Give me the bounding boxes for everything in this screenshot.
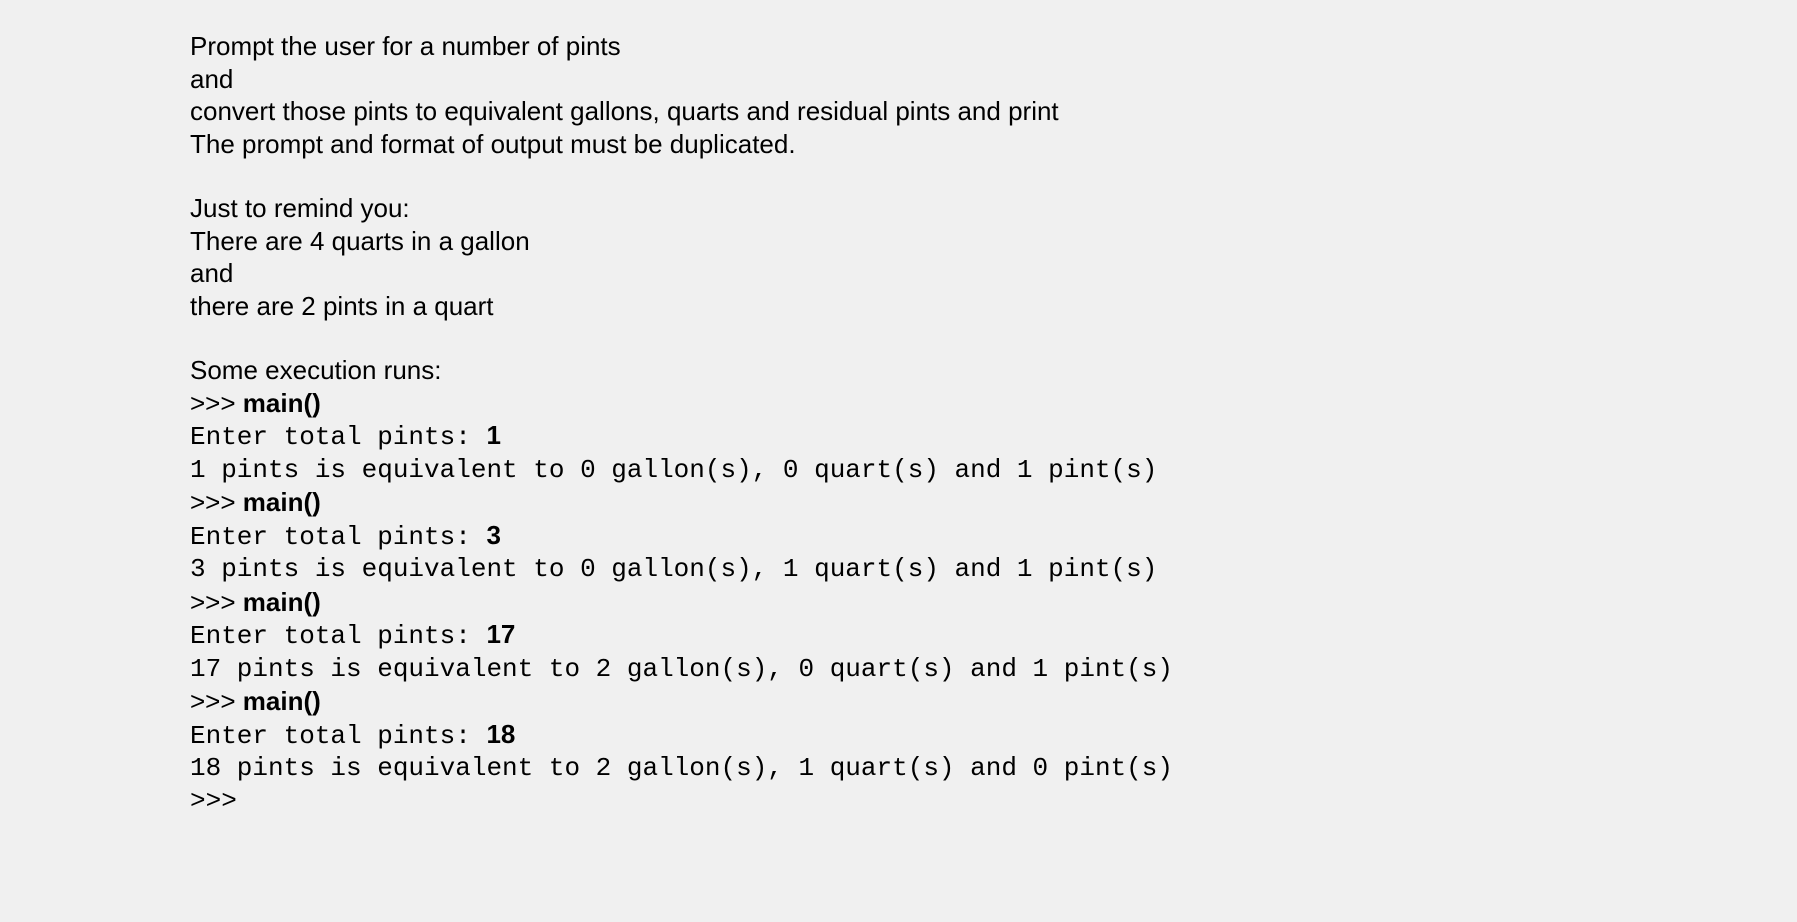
repl-prompt-line: >>> main() [190, 586, 1607, 619]
enter-prompt-text: Enter total pints: [190, 721, 486, 751]
input-prompt-line: Enter total pints: 17 [190, 618, 1607, 653]
user-input-value: 17 [486, 619, 515, 649]
repl-prompt-line: >>> main() [190, 387, 1607, 420]
enter-prompt-text: Enter total pints: [190, 422, 486, 452]
instruction-line: there are 2 pints in a quart [190, 290, 1607, 323]
enter-prompt-text: Enter total pints: [190, 621, 486, 651]
instruction-line: and [190, 63, 1607, 96]
output-line: 18 pints is equivalent to 2 gallon(s), 1… [190, 752, 1607, 785]
repl-prompt-prefix: >>> [190, 587, 243, 617]
instruction-line: Prompt the user for a number of pints [190, 30, 1607, 63]
instructions-paragraph-1: Prompt the user for a number of pints an… [190, 30, 1607, 160]
input-prompt-line: Enter total pints: 3 [190, 519, 1607, 554]
instructions-paragraph-2: Just to remind you: There are 4 quarts i… [190, 192, 1607, 322]
user-input-value: 3 [486, 520, 500, 550]
repl-main-call: main() [243, 686, 321, 716]
repl-prompt-prefix: >>> [190, 388, 243, 418]
output-line: 17 pints is equivalent to 2 gallon(s), 0… [190, 653, 1607, 686]
execution-run: >>> main() Enter total pints: 3 3 pints … [190, 486, 1607, 586]
repl-main-call: main() [243, 487, 321, 517]
repl-final-prompt: >>> [190, 785, 1607, 818]
instruction-line: convert those pints to equivalent gallon… [190, 95, 1607, 128]
repl-main-call: main() [243, 587, 321, 617]
execution-run: >>> main() Enter total pints: 18 18 pint… [190, 685, 1607, 785]
repl-prompt-line: >>> main() [190, 685, 1607, 718]
execution-run: >>> main() Enter total pints: 17 17 pint… [190, 586, 1607, 686]
enter-prompt-text: Enter total pints: [190, 522, 486, 552]
repl-prompt-prefix: >>> [190, 487, 243, 517]
execution-runs-section: Some execution runs: >>> main() Enter to… [190, 354, 1607, 817]
repl-prompt-line: >>> main() [190, 486, 1607, 519]
input-prompt-line: Enter total pints: 18 [190, 718, 1607, 753]
instruction-line: The prompt and format of output must be … [190, 128, 1607, 161]
repl-prompt-prefix: >>> [190, 686, 243, 716]
output-line: 3 pints is equivalent to 0 gallon(s), 1 … [190, 553, 1607, 586]
execution-run: >>> main() Enter total pints: 1 1 pints … [190, 387, 1607, 487]
instruction-line: and [190, 257, 1607, 290]
input-prompt-line: Enter total pints: 1 [190, 419, 1607, 454]
repl-main-call: main() [243, 388, 321, 418]
instruction-line: There are 4 quarts in a gallon [190, 225, 1607, 258]
user-input-value: 1 [486, 420, 500, 450]
user-input-value: 18 [486, 719, 515, 749]
output-line: 1 pints is equivalent to 0 gallon(s), 0 … [190, 454, 1607, 487]
execution-intro: Some execution runs: [190, 354, 1607, 387]
instruction-line: Just to remind you: [190, 192, 1607, 225]
